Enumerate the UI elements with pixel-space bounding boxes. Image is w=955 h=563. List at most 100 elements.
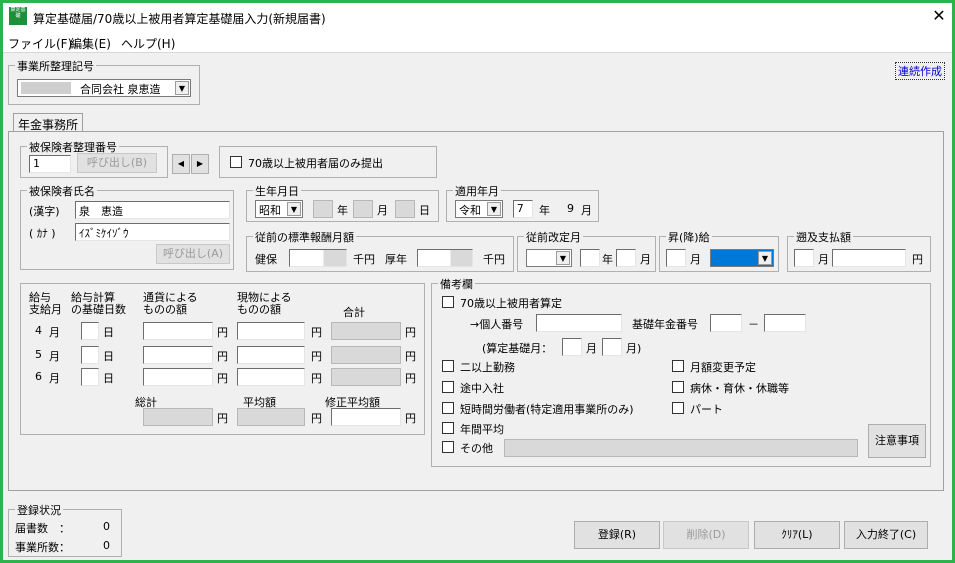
notes-button[interactable]: 注意事項 [868,424,926,458]
multi-work-label: 二以上勤務 [460,361,515,374]
pension-no-2-input[interactable] [764,314,806,332]
forms-count-label: 届書数 ： [15,522,70,535]
raise-month-input[interactable] [666,249,686,267]
birth-month-input[interactable] [353,200,373,218]
birth-day-input[interactable] [395,200,415,218]
goods-header: 現物による ものの額 [237,291,292,316]
kana-label: ( ｶﾅ ) [29,227,56,240]
row5-days-input[interactable] [81,346,99,364]
row4-goods-input[interactable] [237,322,305,340]
prev-record-button[interactable]: ◀ [172,154,190,174]
prev-revision-year-input[interactable] [580,249,600,267]
applicable-group-title: 適用年月 [453,183,501,199]
pension-no-1-input[interactable] [710,314,742,332]
applicable-month-unit: 月 [581,204,592,217]
calc-month-label: (算定基礎月： [482,342,553,355]
menu-help[interactable]: ヘルプ(H) [121,35,175,52]
other-checkbox[interactable] [442,441,454,453]
chevron-down-icon[interactable]: ▼ [175,81,189,95]
personal-no-label: →個人番号 [470,318,524,331]
chevron-down-icon[interactable]: ▼ [487,202,501,216]
annual-avg-label: 年間平均 [460,423,504,436]
average-field [237,408,305,426]
close-icon[interactable]: ✕ [929,5,949,27]
currency-header: 通貨による ものの額 [143,291,198,316]
over70-calc-label: 70歳以上被用者算定 [460,297,562,310]
calc-month-1-unit: 月 [586,342,597,355]
row4-goods-yen: 円 [311,326,322,339]
prev-revision-month-input[interactable] [616,249,636,267]
finish-input-button[interactable]: 入力終了(C) [844,521,928,549]
personal-no-input[interactable] [536,314,622,332]
raise-group: 昇(降)給 月 ▼ [659,229,779,272]
adjusted-average-yen: 円 [405,412,416,425]
leave-checkbox[interactable] [672,381,684,393]
delete-button[interactable]: 削除(D) [663,521,749,549]
row5-month-unit: 月 [49,350,60,363]
calc-month-2-input[interactable] [602,338,622,356]
name-group: 被保険者氏名 (漢字) 泉 恵造 ( ｶﾅ ) ｲｽﾞﾐｹｲｿﾞｳ 呼び出し(A… [20,183,234,270]
over70-calc-checkbox[interactable] [442,296,454,308]
other-text-field[interactable] [504,439,858,457]
call-name-button[interactable]: 呼び出し(A) [156,244,230,264]
row4-day-unit: 日 [103,326,114,339]
kousei-salary-input[interactable] [417,249,473,267]
kenpo-salary-input[interactable] [289,249,347,267]
only70-checkbox[interactable] [230,156,242,168]
retro-month-input[interactable] [794,249,814,267]
register-button[interactable]: 登録(R) [574,521,660,549]
kanji-name-input[interactable]: 泉 恵造 [75,201,230,219]
office-select[interactable]: 合同会社 泉恵造 ▼ [17,79,191,97]
raise-type-select[interactable]: ▼ [710,249,774,267]
birth-era-select[interactable]: 昭和 ▼ [255,200,303,218]
monthly-change-checkbox[interactable] [672,360,684,372]
row5-goods-input[interactable] [237,346,305,364]
row5-day-unit: 日 [103,350,114,363]
row6-goods-yen: 円 [311,372,322,385]
row5-goods-yen: 円 [311,350,322,363]
birth-group: 生年月日 昭和 ▼ 年 月 日 [246,183,439,222]
tab-pension-office[interactable]: 年金事務所 [13,113,84,133]
menu-file[interactable]: ファイル(F) [8,35,72,52]
call-insured-button[interactable]: 呼び出し(B) [77,153,157,173]
birth-year-input[interactable] [313,200,333,218]
chevron-down-icon[interactable]: ▼ [287,202,301,216]
other-label: その他 [460,442,493,455]
row6-currency-input[interactable] [143,368,213,386]
part-time-checkbox[interactable] [672,402,684,414]
prev-revision-era-select[interactable]: ▼ [526,249,572,267]
clear-button[interactable]: ｸﾘｱ(L) [754,521,840,549]
office-select-value: 合同会社 泉恵造 [80,83,161,96]
name-group-title: 被保険者氏名 [27,183,97,199]
retro-amount-input[interactable] [832,249,906,267]
kana-name-input[interactable]: ｲｽﾞﾐｹｲｿﾞｳ [75,223,230,241]
row6-days-input[interactable] [81,368,99,386]
multi-work-checkbox[interactable] [442,360,454,372]
birth-day-unit: 日 [419,204,430,217]
row5-currency-input[interactable] [143,346,213,364]
triangle-left-icon: ◀ [177,159,185,168]
next-record-button[interactable]: ▶ [191,154,209,174]
row6-goods-input[interactable] [237,368,305,386]
row4-total-yen: 円 [405,326,416,339]
menu-edit[interactable]: 編集(E) [70,35,111,52]
adjusted-average-input[interactable] [331,408,401,426]
row4-days-input[interactable] [81,322,99,340]
insured-no-input[interactable]: 1 [29,155,71,173]
row6-month: 6 [35,370,42,383]
app-icon: 算定基礎 [9,7,27,25]
mid-join-checkbox[interactable] [442,381,454,393]
base-days-header: 給与計算 の基礎日数 [71,291,126,316]
applicable-year-input[interactable]: 7 [513,200,533,218]
calc-month-1-input[interactable] [562,338,582,356]
kousei-unit: 千円 [483,253,505,266]
chevron-down-icon[interactable]: ▼ [556,251,570,265]
applicable-era-select[interactable]: 令和 ▼ [455,200,503,218]
short-time-checkbox[interactable] [442,402,454,414]
continuous-create-link[interactable]: 連続作成 [895,62,945,80]
row4-currency-input[interactable] [143,322,213,340]
annual-avg-checkbox[interactable] [442,422,454,434]
tab-pension-office-label: 年金事務所 [18,118,79,132]
row4-month-unit: 月 [49,326,60,339]
chevron-down-icon[interactable]: ▼ [758,251,772,265]
